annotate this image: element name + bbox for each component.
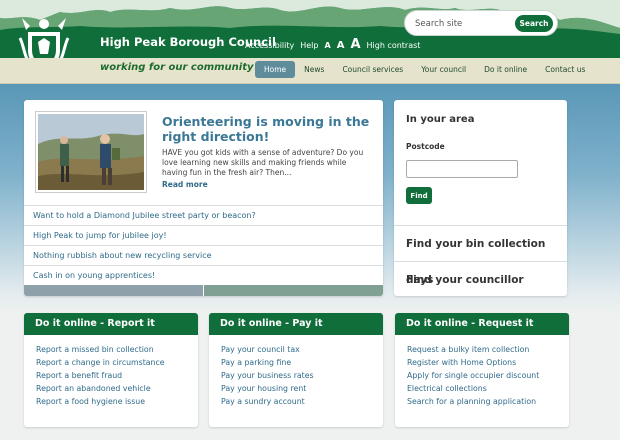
read-more-link[interactable]: Read more	[162, 180, 208, 189]
story-title[interactable]: Orienteering is moving in the right dire…	[162, 114, 372, 144]
search-box: Search	[404, 10, 558, 36]
carousel-tab-2[interactable]	[203, 285, 383, 296]
postcode-input[interactable]	[406, 160, 518, 178]
card-link[interactable]: Report a missed bin collection	[36, 343, 186, 356]
nav-council-services[interactable]: Council services	[333, 61, 412, 78]
council-crest-logo	[18, 18, 70, 58]
card-links: Request a bulky item collection Register…	[395, 335, 569, 416]
story-carousel-tabs	[24, 285, 383, 296]
news-item[interactable]: Want to hold a Diamond Jubilee street pa…	[24, 205, 383, 225]
pay-it-card: Do it online - Pay it Pay your council t…	[209, 313, 383, 427]
card-link[interactable]: Register with Home Options	[407, 356, 557, 369]
card-link[interactable]: Pay your housing rent	[221, 382, 371, 395]
nav-home[interactable]: Home	[255, 61, 296, 78]
nav-your-council[interactable]: Your council	[412, 61, 475, 78]
news-list: Want to hold a Diamond Jubilee street pa…	[24, 205, 383, 285]
card-link[interactable]: Electrical collections	[407, 382, 557, 395]
card-link[interactable]: Pay your business rates	[221, 369, 371, 382]
utility-links: Accessibility Help A A A High contrast	[245, 37, 420, 52]
card-link[interactable]: Report a food hygiene issue	[36, 395, 186, 408]
search-button[interactable]: Search	[515, 15, 553, 32]
card-title: Do it online - Pay it	[209, 313, 383, 335]
card-link[interactable]: Pay a parking fine	[221, 356, 371, 369]
card-links: Pay your council tax Pay a parking fine …	[209, 335, 383, 416]
nav-contact-us[interactable]: Contact us	[536, 61, 594, 78]
card-title: Do it online - Report it	[24, 313, 198, 335]
nav-do-it-online[interactable]: Do it online	[475, 61, 536, 78]
text-size-medium[interactable]: A	[337, 40, 345, 51]
help-link[interactable]: Help	[300, 41, 318, 50]
card-link[interactable]: Search for a planning application	[407, 395, 557, 408]
accessibility-link[interactable]: Accessibility	[245, 41, 294, 50]
card-link[interactable]: Pay a sundry account	[221, 395, 371, 408]
card-link[interactable]: Apply for single occupier discount	[407, 369, 557, 382]
story-photo[interactable]	[36, 112, 146, 192]
hikers-photo-illustration	[38, 114, 144, 190]
find-button[interactable]: Find	[406, 187, 432, 204]
area-heading: In your area	[406, 114, 475, 125]
card-link[interactable]: Request a bulky item collection	[407, 343, 557, 356]
nav-news[interactable]: News	[295, 61, 333, 78]
tagline: working for our community	[100, 62, 254, 73]
postcode-label: Postcode	[406, 142, 445, 151]
find-councillor-link[interactable]: Find your councillor	[394, 261, 567, 296]
story-summary: HAVE you got kids with a sense of advent…	[162, 148, 364, 177]
in-your-area-panel: In your area Postcode Find Find your bin…	[394, 100, 567, 296]
news-item[interactable]: Cash in on young apprentices!	[24, 265, 383, 285]
main-nav: Home News Council services Your council …	[255, 61, 594, 78]
search-input[interactable]	[415, 16, 511, 31]
request-it-card: Do it online - Request it Request a bulk…	[395, 313, 569, 427]
card-title: Do it online - Request it	[395, 313, 569, 335]
news-item[interactable]: High Peak to jump for jubilee joy!	[24, 225, 383, 245]
card-link[interactable]: Report an abandoned vehicle	[36, 382, 186, 395]
card-link[interactable]: Pay your council tax	[221, 343, 371, 356]
site-header: High Peak Borough Council Accessibility …	[0, 0, 620, 58]
card-link[interactable]: Report a benefit fraud	[36, 369, 186, 382]
report-it-card: Do it online - Report it Report a missed…	[24, 313, 198, 427]
main-content: Orienteering is moving in the right dire…	[0, 84, 620, 440]
featured-story-panel: Orienteering is moving in the right dire…	[24, 100, 383, 296]
card-links: Report a missed bin collection Report a …	[24, 335, 198, 416]
bin-collection-link[interactable]: Find your bin collection days	[394, 225, 567, 286]
carousel-tab-1[interactable]	[24, 285, 203, 296]
news-item[interactable]: Nothing rubbish about new recycling serv…	[24, 245, 383, 265]
nav-strip: working for our community Home News Coun…	[0, 58, 620, 84]
card-link[interactable]: Report a change in circumstance	[36, 356, 186, 369]
text-size-small[interactable]: A	[324, 41, 330, 50]
high-contrast-link[interactable]: High contrast	[367, 41, 421, 50]
text-size-large[interactable]: A	[350, 37, 360, 52]
